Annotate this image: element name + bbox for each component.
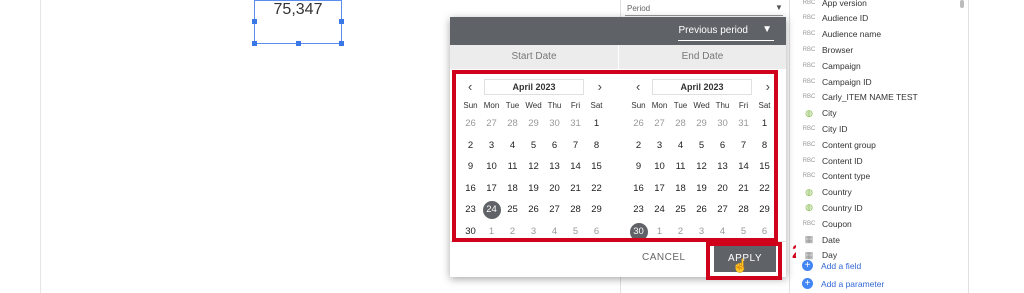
- field-label: Country: [822, 187, 852, 198]
- field-label: Audience ID: [822, 13, 869, 24]
- add-field-label: Add a field: [821, 260, 862, 271]
- field-item[interactable]: RBC Campaign ID: [802, 74, 872, 89]
- canvas-edge: [40, 0, 41, 293]
- field-list-scrollbar[interactable]: [960, 0, 964, 8]
- period-underline: [625, 15, 783, 16]
- period-dropdown-icon[interactable]: ▼: [775, 3, 783, 12]
- field-item[interactable]: RBC Content ID: [802, 153, 863, 168]
- comparison-period-select[interactable]: Previous period: [679, 25, 748, 36]
- globe-icon: ◍: [805, 186, 813, 197]
- field-label: Content ID: [822, 155, 863, 166]
- text-icon: RBC: [802, 157, 816, 164]
- field-item[interactable]: ◍ Country ID: [802, 200, 863, 215]
- add-icon: +: [802, 278, 813, 289]
- field-item[interactable]: RBC Coupon: [802, 216, 852, 231]
- panel-edge: [968, 0, 969, 293]
- field-item[interactable]: RBC Campaign: [802, 58, 861, 73]
- add-field-link[interactable]: + Add a field: [802, 260, 861, 271]
- scorecard[interactable]: 75,347: [252, 0, 344, 46]
- field-label: Audience name: [822, 29, 882, 40]
- field-label: Campaign ID: [822, 76, 872, 87]
- resize-handle-left[interactable]: [252, 19, 257, 24]
- text-icon: RBC: [802, 31, 816, 38]
- calendar-icon: ▦: [804, 234, 814, 244]
- field-item[interactable]: RBC Browser: [802, 42, 854, 57]
- field-label: Browser: [822, 44, 854, 55]
- resize-handle-right[interactable]: [339, 19, 344, 24]
- field-item[interactable]: ▦ Date: [802, 232, 840, 247]
- cancel-button[interactable]: CANCEL: [642, 252, 686, 263]
- text-icon: RBC: [802, 220, 816, 227]
- text-icon: RBC: [802, 46, 816, 53]
- field-item[interactable]: RBC Audience name: [802, 27, 881, 42]
- text-icon: RBC: [802, 78, 816, 85]
- annotation-box-apply: [706, 242, 782, 280]
- field-item[interactable]: ◍ Country: [802, 185, 852, 200]
- text-icon: RBC: [802, 62, 816, 69]
- field-label: Day: [822, 250, 838, 261]
- chevron-down-icon[interactable]: ▼: [762, 24, 772, 35]
- field-item[interactable]: ◍ City: [802, 106, 837, 121]
- field-label: Country ID: [822, 202, 863, 213]
- resize-handle-bl[interactable]: [252, 41, 257, 46]
- text-icon: RBC: [802, 94, 816, 101]
- field-label: Content group: [822, 139, 876, 150]
- field-item[interactable]: RBC Audience ID: [802, 11, 869, 26]
- field-label: Campaign: [822, 60, 861, 71]
- period-label: Period: [627, 4, 651, 13]
- start-date-header: Start Date: [450, 45, 618, 69]
- add-parameter-link[interactable]: + Add a parameter: [802, 278, 884, 289]
- field-label: Date: [822, 234, 840, 245]
- field-item[interactable]: RBC Carly_ITEM NAME TEST: [802, 90, 918, 105]
- globe-icon: ◍: [805, 107, 813, 118]
- field-label: City ID: [822, 123, 848, 134]
- annotation-box-calendars: [452, 70, 778, 242]
- add-parameter-label: Add a parameter: [821, 278, 885, 289]
- field-item[interactable]: RBC Content type: [802, 169, 871, 184]
- field-item[interactable]: RBC City ID: [802, 121, 848, 136]
- end-date-header: End Date: [618, 45, 786, 69]
- scorecard-value: 75,347: [273, 1, 323, 18]
- field-list: ▦ Day ▦ Date RBC Coupon ◍ Country ID ◍ Country RBC…: [796, 0, 956, 293]
- field-label: Content type: [822, 171, 871, 182]
- field-label: App version: [822, 0, 867, 8]
- globe-icon: ◍: [805, 202, 813, 213]
- add-icon: +: [802, 260, 813, 271]
- resize-handle-br[interactable]: [339, 41, 344, 46]
- comparison-header: Previous period ▼: [450, 17, 786, 45]
- field-item[interactable]: RBC App version: [802, 0, 867, 10]
- field-label: Coupon: [822, 218, 852, 229]
- text-icon: RBC: [802, 15, 816, 22]
- text-icon: RBC: [802, 173, 816, 180]
- text-icon: RBC: [802, 125, 816, 132]
- comparison-underline: [678, 40, 774, 41]
- text-icon: RBC: [802, 141, 816, 148]
- resize-handle-bottom[interactable]: [296, 41, 301, 46]
- text-icon: RBC: [802, 0, 816, 6]
- field-item[interactable]: RBC Content group: [802, 137, 876, 152]
- field-label: City: [822, 108, 837, 119]
- field-label: Carly_ITEM NAME TEST: [822, 92, 918, 103]
